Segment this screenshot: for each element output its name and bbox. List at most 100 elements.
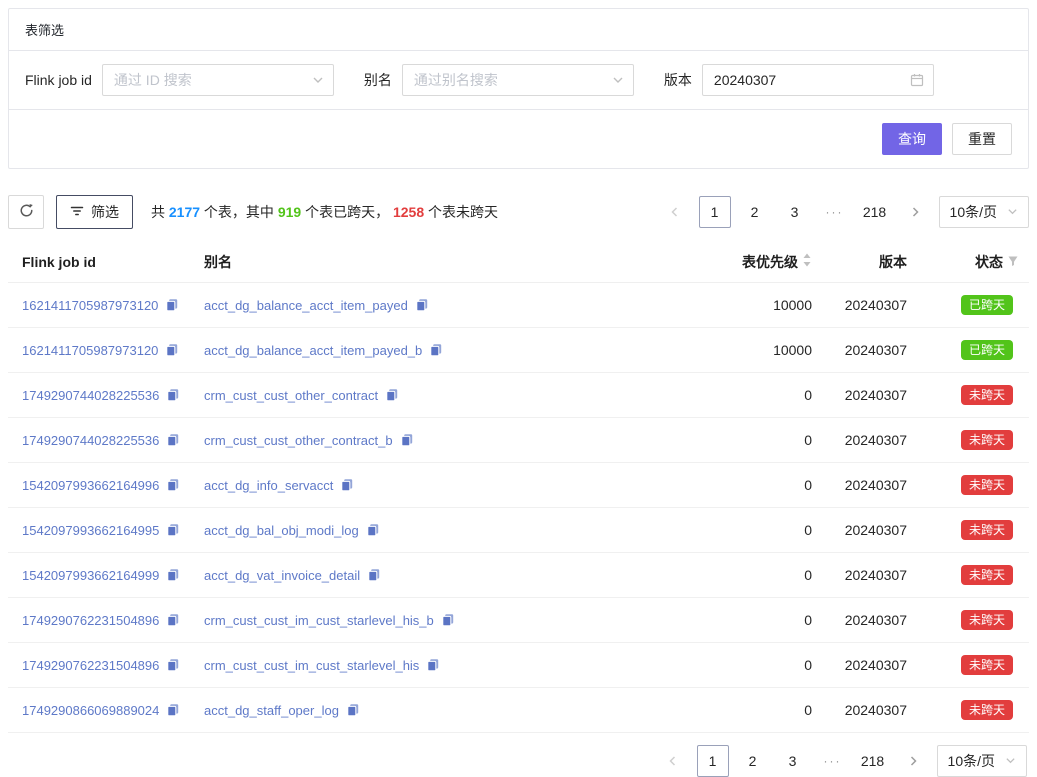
copy-icon[interactable] xyxy=(366,523,380,537)
alias-link[interactable]: acct_dg_staff_oper_log xyxy=(204,703,339,718)
copy-icon[interactable] xyxy=(166,478,180,492)
version-cell: 20240307 xyxy=(822,522,917,538)
alias-select[interactable] xyxy=(402,64,634,96)
alias-link[interactable]: crm_cust_cust_im_cust_starlevel_his_b xyxy=(204,613,434,628)
flink-job-id-link[interactable]: 1749290744028225536 xyxy=(22,433,159,448)
next-page-button[interactable] xyxy=(897,745,929,777)
page-button-1[interactable]: 1 xyxy=(699,196,731,228)
version-cell: 20240307 xyxy=(822,567,917,583)
page-button-1[interactable]: 1 xyxy=(697,745,729,777)
alias-link[interactable]: acct_dg_balance_acct_item_payed_b xyxy=(204,343,422,358)
refresh-button[interactable] xyxy=(8,195,44,229)
id-cell: 1749290762231504896 xyxy=(8,658,204,673)
copy-icon[interactable] xyxy=(441,613,455,627)
copy-icon[interactable] xyxy=(166,703,180,717)
flink-job-id-link[interactable]: 1749290866069889024 xyxy=(22,703,159,718)
flink-job-id-link[interactable]: 1621411705987973120 xyxy=(22,298,158,313)
flink-job-id-link[interactable]: 1542097993662164996 xyxy=(22,478,159,493)
flink-job-id-input[interactable] xyxy=(103,65,333,95)
next-page-button[interactable] xyxy=(899,196,931,228)
copy-icon[interactable] xyxy=(367,568,381,582)
calendar-icon xyxy=(910,73,924,87)
page-button-3[interactable]: 3 xyxy=(777,745,809,777)
copy-icon[interactable] xyxy=(385,388,399,402)
prev-page-button[interactable] xyxy=(659,196,691,228)
column-header-id: Flink job id xyxy=(8,254,204,270)
version-date-input[interactable] xyxy=(703,65,933,95)
prev-page-button[interactable] xyxy=(657,745,689,777)
page-button-2[interactable]: 2 xyxy=(739,196,771,228)
flink-job-id-link[interactable]: 1621411705987973120 xyxy=(22,343,158,358)
copy-icon[interactable] xyxy=(165,298,179,312)
page-ellipsis[interactable]: ··· xyxy=(817,745,849,777)
version-cell: 20240307 xyxy=(822,477,917,493)
flink-job-id-link[interactable]: 1749290762231504896 xyxy=(22,613,159,628)
copy-icon[interactable] xyxy=(166,568,180,582)
flink-job-id-select[interactable] xyxy=(102,64,334,96)
copy-icon[interactable] xyxy=(400,433,414,447)
page-button-218[interactable]: 218 xyxy=(857,745,889,777)
page-button-218[interactable]: 218 xyxy=(859,196,891,228)
version-cell: 20240307 xyxy=(822,387,917,403)
reset-button[interactable]: 重置 xyxy=(952,123,1012,155)
sorter-icon[interactable] xyxy=(802,252,812,271)
table-toolbar: 筛选 共 2177 个表，其中 919 个表已跨天， 1258 个表未跨天 1 … xyxy=(8,195,1029,229)
copy-icon[interactable] xyxy=(166,613,180,627)
flink-job-id-link[interactable]: 1749290762231504896 xyxy=(22,658,159,673)
refresh-icon xyxy=(19,203,34,221)
alias-link[interactable]: crm_cust_cust_im_cust_starlevel_his xyxy=(204,658,419,673)
page-size-select[interactable]: 10条/页 xyxy=(937,745,1027,777)
version-cell: 20240307 xyxy=(822,432,917,448)
flink-job-id-link[interactable]: 1542097993662164995 xyxy=(22,523,159,538)
copy-icon[interactable] xyxy=(166,433,180,447)
page-size-select[interactable]: 10条/页 xyxy=(939,196,1029,228)
alias-link[interactable]: acct_dg_vat_invoice_detail xyxy=(204,568,360,583)
status-badge: 已跨天 xyxy=(961,340,1013,360)
priority-cell: 0 xyxy=(672,522,822,538)
alias-link[interactable]: acct_dg_balance_acct_item_payed xyxy=(204,298,408,313)
table-header: Flink job id 别名 表优先级 版本 状态 xyxy=(8,241,1029,283)
copy-icon[interactable] xyxy=(166,658,180,672)
flink-job-id-field: Flink job id xyxy=(25,64,334,96)
copy-icon[interactable] xyxy=(346,703,360,717)
alias-link[interactable]: acct_dg_info_servacct xyxy=(204,478,333,493)
copy-icon[interactable] xyxy=(426,658,440,672)
copy-icon[interactable] xyxy=(340,478,354,492)
priority-cell: 10000 xyxy=(672,342,822,358)
page-button-2[interactable]: 2 xyxy=(737,745,769,777)
copy-icon[interactable] xyxy=(166,523,180,537)
alias-link[interactable]: acct_dg_bal_obj_modi_log xyxy=(204,523,359,538)
column-header-status[interactable]: 状态 xyxy=(917,252,1029,272)
page-button-3[interactable]: 3 xyxy=(779,196,811,228)
flink-job-id-link[interactable]: 1749290744028225536 xyxy=(22,388,159,403)
chevron-down-icon xyxy=(1007,204,1018,220)
alias-link[interactable]: crm_cust_cust_other_contract xyxy=(204,388,378,403)
column-header-priority[interactable]: 表优先级 xyxy=(672,252,822,272)
version-date-picker[interactable] xyxy=(702,64,934,96)
pagination-top: 1 2 3 ··· 218 10条/页 xyxy=(659,196,1029,228)
status-badge: 未跨天 xyxy=(961,430,1013,450)
page-size-value: 10条/页 xyxy=(950,202,997,222)
flink-job-id-link[interactable]: 1542097993662164999 xyxy=(22,568,159,583)
chevron-down-icon xyxy=(312,74,324,86)
priority-cell: 10000 xyxy=(672,297,822,313)
status-badge: 未跨天 xyxy=(961,700,1013,720)
id-cell: 1542097993662164996 xyxy=(8,478,204,493)
copy-icon[interactable] xyxy=(166,388,180,402)
funnel-filter-icon[interactable] xyxy=(1007,254,1019,270)
version-cell: 20240307 xyxy=(822,342,917,358)
copy-icon[interactable] xyxy=(415,298,429,312)
filter-button[interactable]: 筛选 xyxy=(56,195,133,229)
page-ellipsis[interactable]: ··· xyxy=(819,196,851,228)
id-cell: 1749290744028225536 xyxy=(8,433,204,448)
copy-icon[interactable] xyxy=(165,343,179,357)
summary-mid1: 个表，其中 xyxy=(200,204,278,220)
copy-icon[interactable] xyxy=(429,343,443,357)
alias-cell: acct_dg_staff_oper_log xyxy=(204,703,672,718)
alias-input[interactable] xyxy=(403,65,633,95)
table-filter-page: 表筛选 Flink job id 别名 xyxy=(0,0,1037,767)
version-field: 版本 xyxy=(664,64,934,96)
search-button[interactable]: 查询 xyxy=(882,123,942,155)
alias-link[interactable]: crm_cust_cust_other_contract_b xyxy=(204,433,393,448)
filter-card-title: 表筛选 xyxy=(9,9,1028,51)
